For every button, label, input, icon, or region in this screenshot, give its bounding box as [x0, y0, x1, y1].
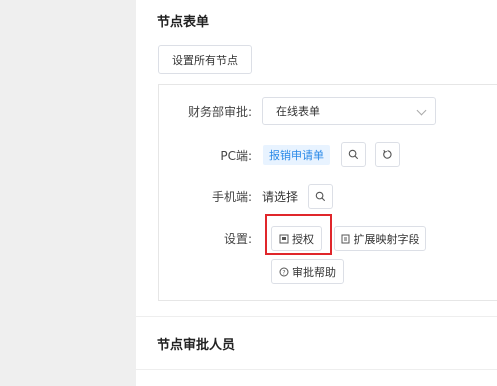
- mobile-value: 请选择: [262, 190, 299, 204]
- mobile-label: 手机端:: [211, 190, 252, 204]
- question-circle-icon: ?: [279, 267, 289, 277]
- search-icon: [348, 149, 359, 160]
- document-edit-icon: [341, 234, 351, 244]
- pc-label: PC端:: [220, 149, 252, 163]
- finance-approval-label: 财务部审批:: [187, 105, 252, 119]
- highlight-box: [265, 214, 332, 255]
- search-icon: [315, 191, 326, 202]
- left-sidebar-background: [0, 0, 136, 386]
- pc-form-tag[interactable]: 报销申请单: [263, 145, 330, 165]
- pc-reset-button[interactable]: [375, 142, 400, 167]
- chevron-down-icon: [416, 105, 427, 116]
- approval-help-button[interactable]: ? 审批帮助: [271, 259, 344, 284]
- set-all-nodes-button[interactable]: 设置所有节点: [158, 45, 252, 74]
- extend-mapping-label: 扩展映射字段: [353, 232, 420, 246]
- extend-mapping-button[interactable]: 扩展映射字段: [334, 226, 426, 251]
- mobile-search-button[interactable]: [308, 184, 333, 209]
- form-type-select[interactable]: 在线表单: [262, 97, 436, 125]
- form-type-select-value: 在线表单: [276, 105, 320, 118]
- section-title-node-form: 节点表单: [157, 15, 210, 30]
- approval-help-label: 审批帮助: [292, 265, 336, 279]
- section-divider: [136, 316, 497, 317]
- pc-search-button[interactable]: [341, 142, 366, 167]
- refresh-icon: [383, 149, 392, 159]
- svg-text:?: ?: [282, 269, 285, 276]
- section-divider: [136, 369, 497, 370]
- settings-label: 设置:: [223, 232, 252, 246]
- section-title-node-approvers: 节点审批人员: [157, 338, 236, 353]
